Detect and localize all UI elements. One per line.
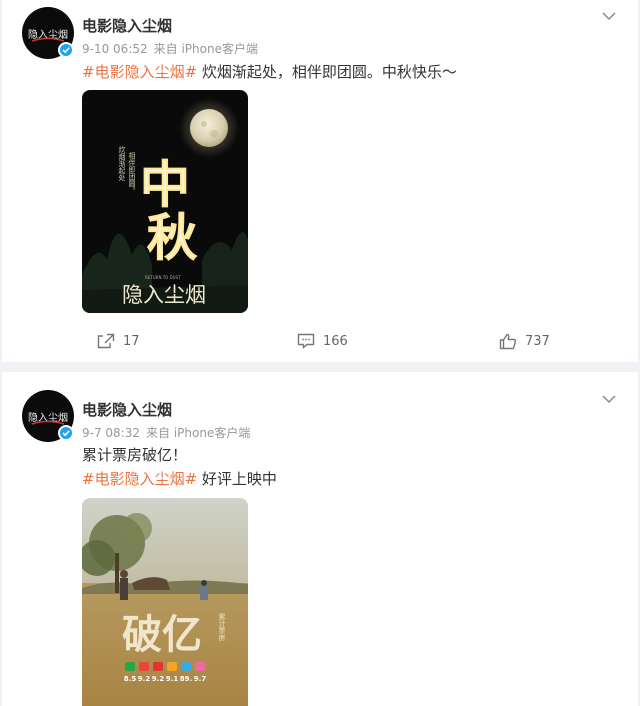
hashtag-link[interactable]: #电影隐入尘烟# bbox=[82, 63, 197, 81]
comment-button[interactable]: 166 bbox=[297, 329, 348, 353]
poster-vertical-text-2: 相伴即团圆。 bbox=[128, 151, 136, 194]
rating-value: 8.5 bbox=[124, 675, 137, 683]
like-icon bbox=[499, 333, 517, 349]
post-image[interactable]: 破亿 累计票房 8.5 9.2 9.2 9.1 89. 9.7 bbox=[82, 498, 248, 706]
poster-big-char-1: 中 bbox=[140, 155, 190, 214]
post-text-line-2: #电影隐入尘烟# 好评上映中 bbox=[82, 468, 277, 489]
post-text: #电影隐入尘烟# 炊烟渐起处，相伴即团圆。中秋快乐～ bbox=[82, 61, 457, 82]
rating-value: 9.2 bbox=[152, 675, 165, 683]
poster-big-char-2: 秋 bbox=[147, 208, 197, 267]
post-meta: 9-10 06:52 来自 iPhone客户端 bbox=[82, 40, 264, 57]
rating-value: 9.1 bbox=[166, 675, 179, 683]
username[interactable]: 电影隐入尘烟 bbox=[82, 399, 172, 420]
post-body: 好评上映中 bbox=[197, 470, 277, 488]
poster-subtitle: RETURN TO DUST bbox=[145, 275, 181, 280]
post-text-line-1: 累计票房破亿！ bbox=[82, 446, 188, 464]
repost-button[interactable]: 17 bbox=[97, 329, 140, 353]
rating-value: 89. bbox=[180, 675, 192, 683]
post-source: 来自 iPhone客户端 bbox=[146, 426, 251, 440]
verified-icon bbox=[58, 425, 74, 441]
post-card: 隐入尘烟 电影隐入尘烟 9-10 06:52 来自 iPhone客户端 #电影隐入… bbox=[2, 0, 638, 362]
comment-icon bbox=[297, 333, 315, 349]
post-body: 炊烟渐起处，相伴即团圆。中秋快乐～ bbox=[197, 63, 457, 81]
username[interactable]: 电影隐入尘烟 bbox=[82, 15, 172, 36]
repost-count: 17 bbox=[123, 333, 140, 349]
verified-icon bbox=[58, 42, 74, 58]
poster-big-text: 破亿 bbox=[122, 611, 202, 658]
post-image[interactable]: 中 秋 炊烟渐起处 相伴即团圆。 隐入尘烟 RETURN TO DUST bbox=[82, 90, 248, 313]
rating-value: 9.2 bbox=[138, 675, 151, 683]
post-time[interactable]: 9-10 06:52 bbox=[82, 42, 148, 56]
post-meta: 9-7 08:32 来自 iPhone客户端 bbox=[82, 424, 256, 441]
hashtag-link[interactable]: #电影隐入尘烟# bbox=[82, 470, 197, 488]
poster-vertical-text: 累计票房 bbox=[218, 613, 226, 642]
post-source: 来自 iPhone客户端 bbox=[153, 42, 258, 56]
like-button[interactable]: 737 bbox=[499, 329, 550, 353]
post-time[interactable]: 9-7 08:32 bbox=[82, 426, 140, 440]
chevron-down-icon[interactable] bbox=[602, 6, 616, 25]
like-count: 737 bbox=[525, 333, 550, 349]
poster-vertical-text-1: 炊烟渐起处 bbox=[118, 145, 126, 182]
poster-title: 隐入尘烟 bbox=[122, 283, 206, 307]
moon-image bbox=[190, 109, 228, 147]
action-bar: 17 166 737 bbox=[2, 329, 638, 353]
chevron-down-icon[interactable] bbox=[602, 389, 616, 408]
repost-icon bbox=[97, 333, 115, 349]
rating-value: 9.7 bbox=[194, 675, 207, 683]
comment-count: 166 bbox=[323, 333, 348, 349]
post-card: 隐入尘烟 电影隐入尘烟 9-7 08:32 来自 iPhone客户端 累计票房破亿… bbox=[2, 372, 638, 706]
